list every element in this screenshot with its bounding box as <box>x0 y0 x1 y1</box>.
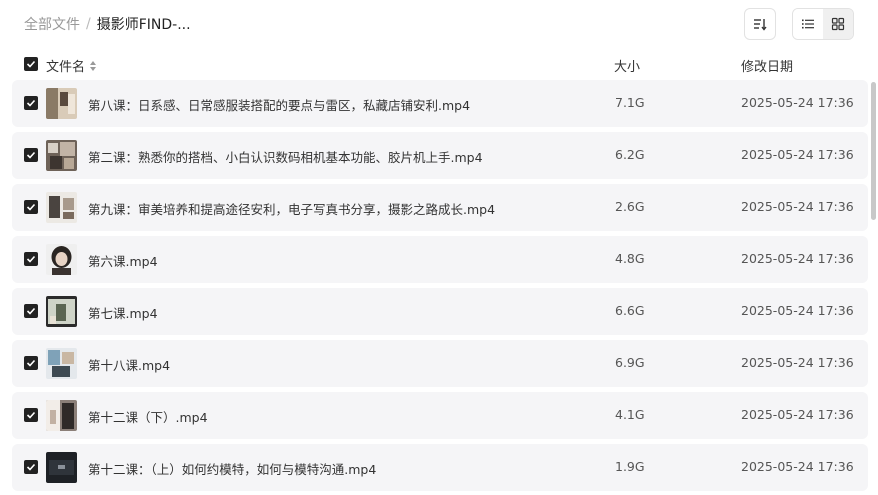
row-checkbox[interactable] <box>24 200 38 214</box>
column-header-size[interactable]: 大小 <box>614 56 640 75</box>
file-name: 第七课.mp4 <box>88 306 158 321</box>
file-size: 4.1G <box>615 407 645 422</box>
breadcrumb: 全部文件 / 摄影师FIND-... <box>24 14 191 34</box>
breadcrumb-current-folder: 摄影师FIND-... <box>96 17 191 33</box>
list-view-icon <box>802 19 814 29</box>
grid-view-button[interactable] <box>823 9 853 39</box>
file-name: 第九课：审美培养和提高途径安利，电子写真书分享，摄影之路成长.mp4 <box>88 202 496 217</box>
row-checkbox[interactable] <box>24 252 38 266</box>
file-date: 2025-05-24 17:36 <box>741 147 854 162</box>
file-size: 2.6G <box>615 199 645 214</box>
file-size: 4.8G <box>615 251 645 266</box>
list-view-button[interactable] <box>793 9 823 39</box>
video-thumbnail <box>46 140 77 171</box>
video-thumbnail <box>46 296 77 327</box>
file-date: 2025-05-24 17:36 <box>741 251 854 266</box>
column-header-row: 文件名 大小 修改日期 <box>0 48 878 80</box>
file-row[interactable]: 第九课：审美培养和提高途径安利，电子写真书分享，摄影之路成长.mp4 2.6G … <box>12 184 868 231</box>
checkmark-icon <box>26 359 36 367</box>
file-row[interactable]: 第十八课.mp4 6.9G 2025-05-24 17:36 <box>12 340 868 387</box>
file-name: 第二课：熟悉你的搭档、小白认识数码相机基本功能、胶片机上手.mp4 <box>88 150 483 165</box>
top-bar: 全部文件 / 摄影师FIND-... <box>0 0 878 48</box>
file-row[interactable]: 第七课.mp4 6.6G 2025-05-24 17:36 <box>12 288 868 335</box>
row-checkbox[interactable] <box>24 304 38 318</box>
file-row[interactable]: 第八课：日系感、日常感服装搭配的要点与雷区，私藏店铺安利.mp4 7.1G 20… <box>12 80 868 127</box>
breadcrumb-root-link[interactable]: 全部文件 <box>24 14 80 34</box>
row-checkbox[interactable] <box>24 408 38 422</box>
checkmark-icon <box>26 255 36 263</box>
file-size: 6.2G <box>615 147 645 162</box>
file-name: 第十二课：（上）如何约模特，如何与模特沟通.mp4 <box>88 462 377 477</box>
file-date: 2025-05-24 17:36 <box>741 95 854 110</box>
file-name: 第十八课.mp4 <box>88 358 171 373</box>
sort-updown-icon <box>90 60 97 71</box>
select-all-checkbox[interactable] <box>24 57 38 71</box>
column-header-date[interactable]: 修改日期 <box>741 56 793 75</box>
checkmark-icon <box>26 307 36 315</box>
video-thumbnail <box>46 452 77 483</box>
file-date: 2025-05-24 17:36 <box>741 459 854 474</box>
sort-button[interactable] <box>744 8 776 40</box>
file-date: 2025-05-24 17:36 <box>741 355 854 370</box>
file-row[interactable]: 第十二课：（上）如何约模特，如何与模特沟通.mp4 1.9G 2025-05-2… <box>12 444 868 491</box>
column-header-name[interactable]: 文件名 <box>46 56 97 75</box>
file-size: 6.6G <box>615 303 645 318</box>
file-name: 第八课：日系感、日常感服装搭配的要点与雷区，私藏店铺安利.mp4 <box>88 98 471 113</box>
file-name: 第十二课（下）.mp4 <box>88 410 208 425</box>
file-size: 7.1G <box>615 95 645 110</box>
video-thumbnail <box>46 244 77 275</box>
file-date: 2025-05-24 17:36 <box>741 407 854 422</box>
row-checkbox[interactable] <box>24 148 38 162</box>
file-date: 2025-05-24 17:36 <box>741 303 854 318</box>
breadcrumb-separator: / <box>86 16 91 32</box>
scrollbar-thumb[interactable] <box>871 82 876 220</box>
row-checkbox[interactable] <box>24 356 38 370</box>
file-name: 第六课.mp4 <box>88 254 158 269</box>
row-checkbox[interactable] <box>24 96 38 110</box>
file-date: 2025-05-24 17:36 <box>741 199 854 214</box>
video-thumbnail <box>46 348 77 379</box>
video-thumbnail <box>46 88 77 119</box>
checkmark-icon <box>26 203 36 211</box>
view-toggle <box>792 8 854 40</box>
file-list: 第八课：日系感、日常感服装搭配的要点与雷区，私藏店铺安利.mp4 7.1G 20… <box>12 80 868 495</box>
checkmark-icon <box>26 411 36 419</box>
file-row[interactable]: 第六课.mp4 4.8G 2025-05-24 17:36 <box>12 236 868 283</box>
checkmark-icon <box>26 151 36 159</box>
column-header-name-label: 文件名 <box>46 60 86 75</box>
file-row[interactable]: 第十二课（下）.mp4 4.1G 2025-05-24 17:36 <box>12 392 868 439</box>
checkmark-icon <box>26 60 36 68</box>
file-row[interactable]: 第二课：熟悉你的搭档、小白认识数码相机基本功能、胶片机上手.mp4 6.2G 2… <box>12 132 868 179</box>
file-size: 1.9G <box>615 459 645 474</box>
row-checkbox[interactable] <box>24 460 38 474</box>
checkmark-icon <box>26 99 36 107</box>
video-thumbnail <box>46 400 77 431</box>
file-size: 6.9G <box>615 355 645 370</box>
grid-view-icon <box>831 17 845 31</box>
video-thumbnail <box>46 192 77 223</box>
sort-icon <box>754 19 767 31</box>
checkmark-icon <box>26 463 36 471</box>
